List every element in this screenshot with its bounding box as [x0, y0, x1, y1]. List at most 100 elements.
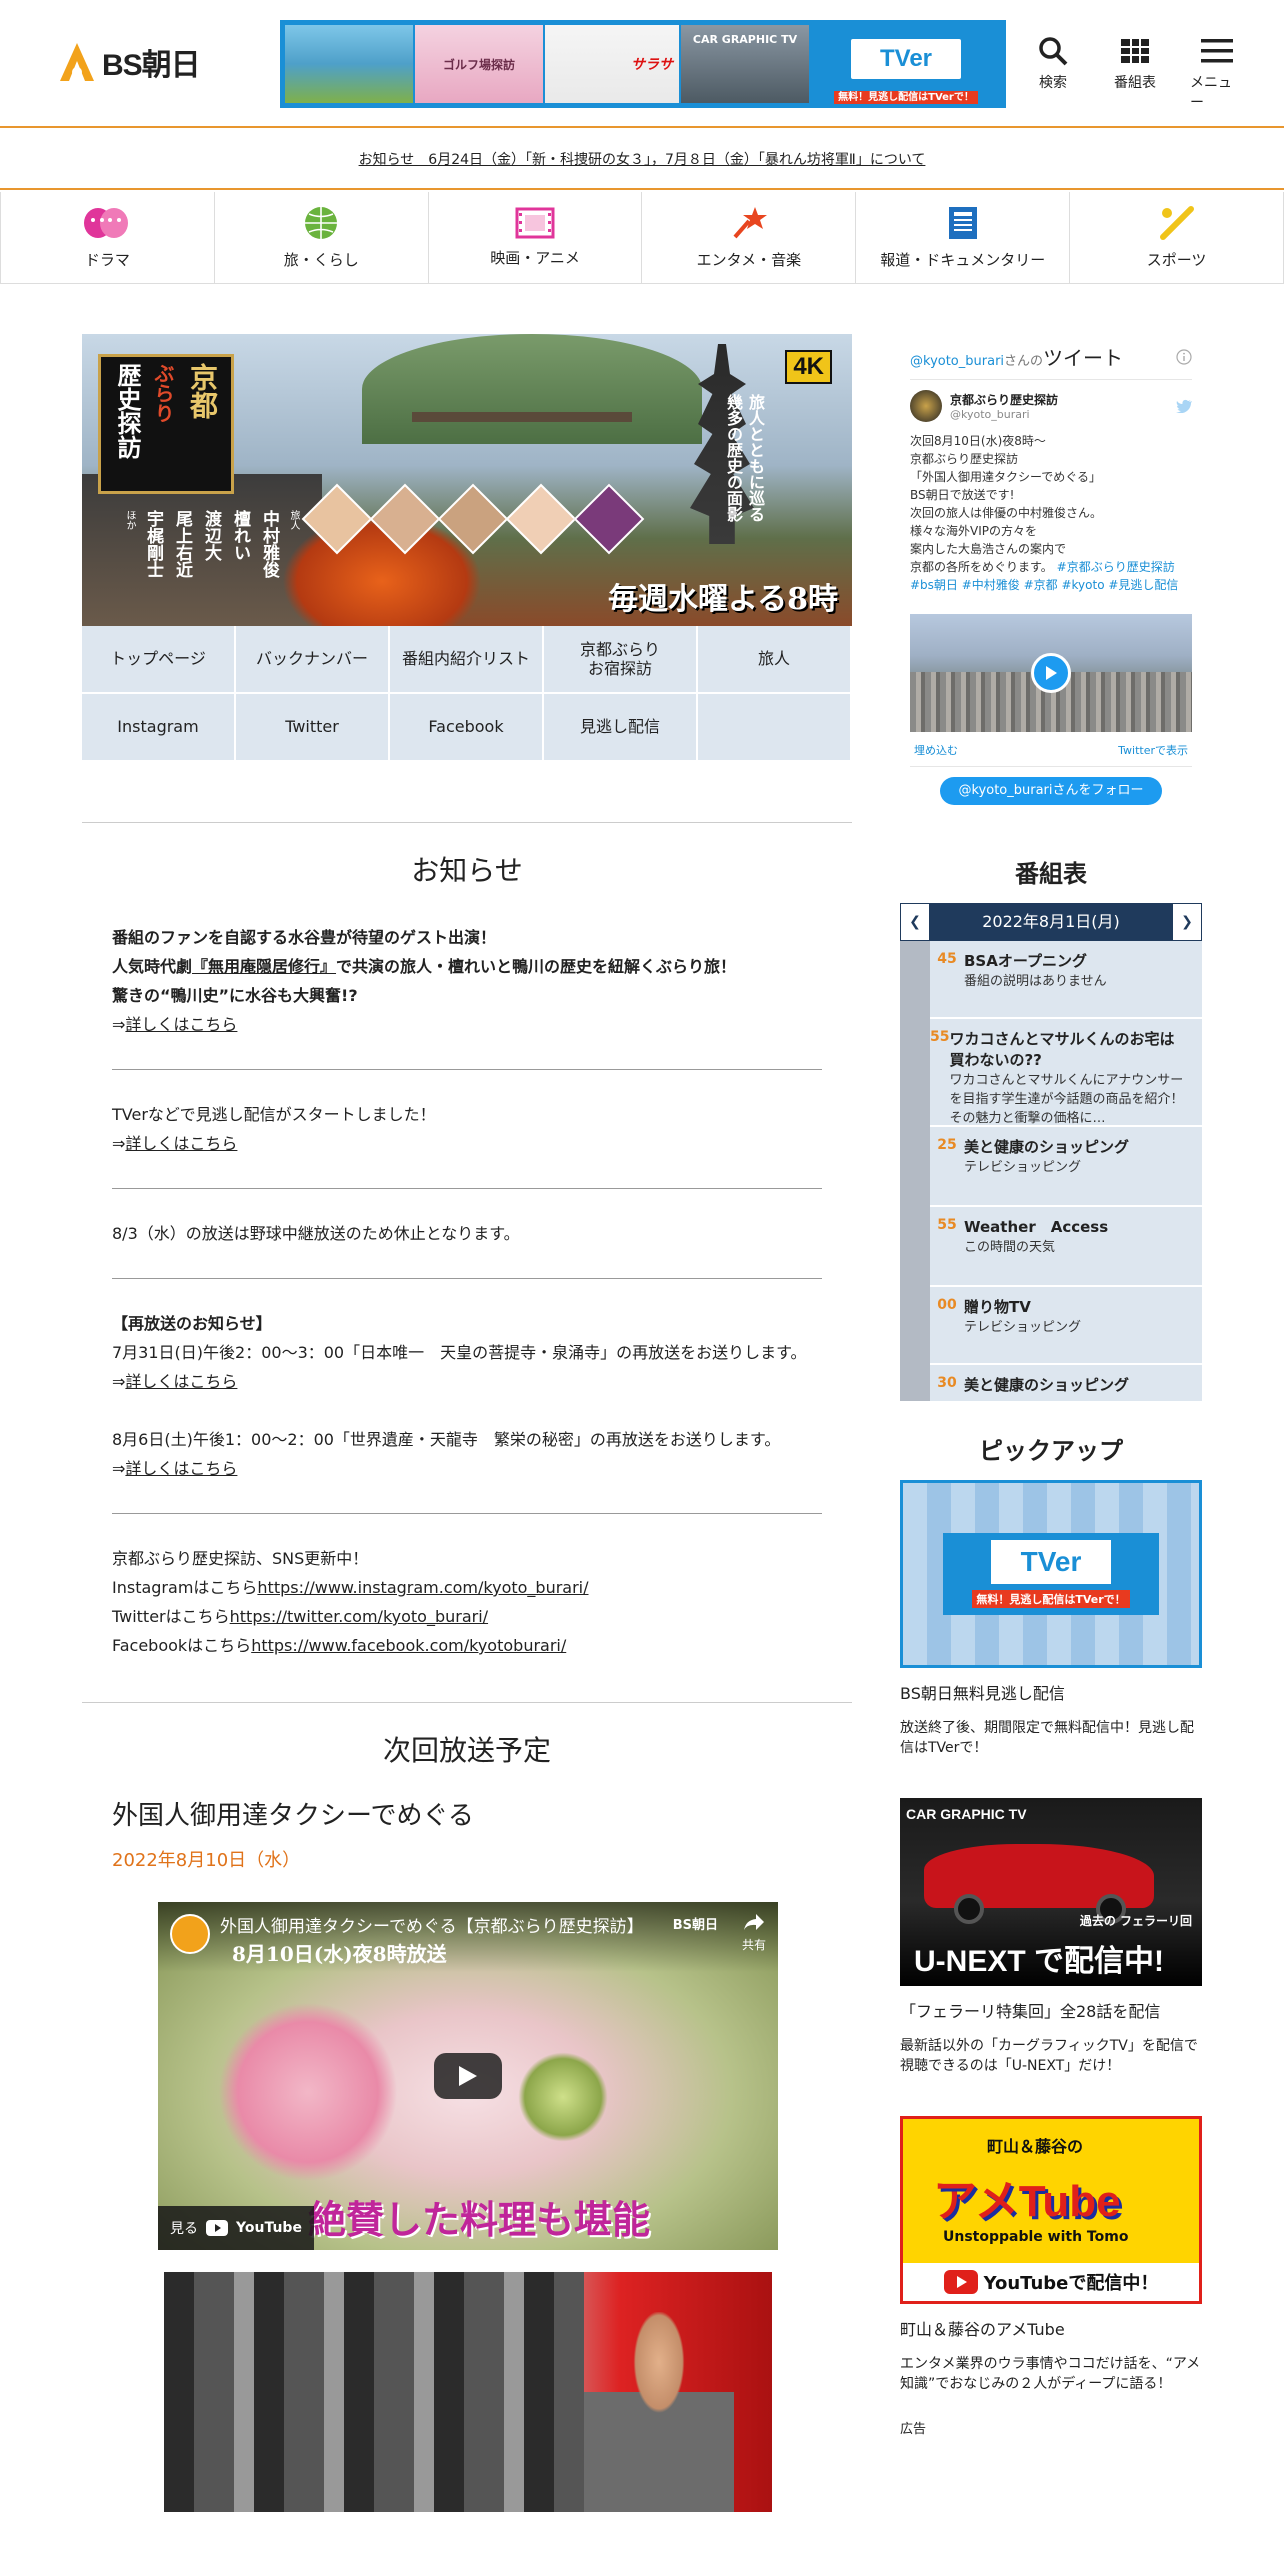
schedule-minute: 55 — [930, 1029, 950, 1045]
next-broadcast-title: 次回放送予定 — [382, 1734, 551, 1767]
embed-link[interactable]: 埋め込む — [914, 742, 958, 758]
subnav-travelers[interactable]: 旅人 — [698, 626, 852, 694]
more-link[interactable]: 詳しくはこちら — [125, 1015, 237, 1034]
tweet-hashtags[interactable]: #bs朝日 #中村雅俊 #京都 #kyoto #見逃し配信 — [910, 576, 1192, 594]
tweet-hashtags[interactable]: #京都ぶらり歴史探訪 — [1057, 560, 1175, 574]
twitter-link[interactable]: https://twitter.com/kyoto_burari/ — [230, 1607, 488, 1626]
schedule-next-button[interactable]: ❯ — [1172, 903, 1202, 941]
genre-nav: ドラマ 旅・くらし 映画・アニメ エンタメ・音楽 報道・ドキュメンタリー スポー… — [0, 192, 1284, 284]
pickup-image-ametube: 町山＆藤谷の アメTube Unstoppable with Tomo YouT… — [900, 2116, 1202, 2304]
info-icon[interactable] — [1176, 348, 1192, 365]
program-guide-button[interactable]: 番組表 — [1108, 36, 1162, 112]
hero-cast-name: 尾上右近 — [172, 510, 192, 578]
photo-host-portrait — [584, 2312, 734, 2512]
schedule-item[interactable]: 55 ワカコさんとマサルくんのお宅は買わないの?? ワカコさんとマサルくんにアナウ… — [930, 1019, 1202, 1127]
tweet-video-thumb[interactable] — [910, 614, 1192, 732]
subnav-intro-list[interactable]: 番組内紹介リスト — [390, 626, 544, 694]
hero-title-box: 京都 ぶらり 歴史探訪 — [98, 354, 234, 494]
subnav-inn[interactable]: 京都ぶらり お宿探訪 — [544, 626, 698, 694]
logo-text: BS朝日 — [102, 49, 201, 82]
share-icon — [743, 1914, 764, 1930]
notice-heading: 【再放送のお知らせ】 — [112, 1314, 272, 1333]
episode-date: 2022年8月10日（水） — [112, 1850, 301, 1871]
tweet-line: 様々な海外VIPの方々を — [910, 524, 1037, 538]
schedule-item[interactable]: 45 BSAオープニング 番組の説明はありません — [930, 941, 1202, 1019]
more-link[interactable]: 詳しくはこちら — [125, 1372, 237, 1391]
arrow: ⇒ — [112, 1459, 126, 1478]
pickup-item[interactable]: CAR GRAPHIC TV 過去の フェラーリ回 U-NEXT で配信中! 「… — [900, 1798, 1202, 2076]
subnav-facebook[interactable]: Facebook — [390, 694, 544, 762]
tver-banner[interactable]: ゴルフ場探訪 サラサ CAR GRAPHIC TV TVer 無料！見逃し配信は… — [280, 20, 1006, 108]
notice-text: 人気時代劇 — [112, 957, 193, 976]
notice-text: 京都ぶらり歴史探訪、SNS更新中！ — [112, 1549, 369, 1568]
share-button[interactable]: 共有 — [742, 1912, 766, 1953]
pickup-unext-text: U-NEXT で配信中! — [914, 1945, 1164, 1978]
pickup-ame-sub: YouTubeで配信中！ — [983, 2273, 1159, 2294]
pickup-item[interactable]: TVer 無料！見逃し配信はTVerで！ BS朝日無料見逃し配信 放送終了後、期… — [900, 1480, 1202, 1758]
video-play-button[interactable] — [1031, 653, 1071, 693]
pickup-item[interactable]: 町山＆藤谷の アメTube Unstoppable with Tomo YouT… — [900, 2116, 1202, 2394]
more-link[interactable]: 詳しくはこちら — [125, 1134, 237, 1153]
schedule-item[interactable]: 55 Weather Access この時間の天気 — [930, 1207, 1202, 1287]
schedule-minute: 30 — [937, 1375, 957, 1391]
hero-title-2: ぶらり — [151, 363, 175, 423]
notice-text: 驚きの“鴨川史”に水谷も大興奮!? — [112, 986, 358, 1005]
youtube-video-player[interactable]: 外国人御用達タクシーでめぐる【京都ぶらり歴史探訪】 8月10日(水)夜8時放送 … — [158, 1902, 778, 2250]
genre-sports[interactable]: スポーツ — [1070, 192, 1284, 283]
genre-label: 報道・ドキュメンタリー — [880, 251, 1046, 269]
subnav-top[interactable]: トップページ — [82, 626, 236, 694]
more-link[interactable]: 詳しくはこちら — [125, 1459, 237, 1478]
genre-entertainment[interactable]: エンタメ・音楽 — [642, 192, 857, 283]
tweet-author[interactable]: 京都ぶらり歴史探訪 @kyoto_burari — [900, 380, 1202, 422]
schedule-item[interactable]: 25 美と健康のショッピング テレビショッピング — [930, 1127, 1202, 1207]
twitter-handle[interactable]: @kyoto_burari — [910, 354, 1004, 369]
program-hero-image: 京都 ぶらり 歴史探訪 旅人 中村雅俊 檀れい 渡辺大 尾上右近 宇梶剛士 ほか… — [82, 334, 852, 626]
subnav-instagram[interactable]: Instagram — [82, 694, 236, 762]
facebook-link[interactable]: https://www.facebook.com/kyotoburari/ — [251, 1636, 566, 1655]
main-content: 京都 ぶらり 歴史探訪 旅人 中村雅俊 檀れい 渡辺大 尾上右近 宇梶剛士 ほか… — [82, 334, 852, 2512]
notice-link[interactable]: 『無用庵隠居修行』 — [192, 957, 336, 976]
play-button[interactable] — [434, 2053, 502, 2099]
hero-mountains — [362, 334, 702, 444]
schedule-prev-button[interactable]: ❮ — [900, 903, 930, 941]
search-button[interactable]: 検索 — [1026, 36, 1080, 112]
play-icon — [1046, 666, 1057, 680]
drama-icon — [84, 208, 129, 238]
schedule-item[interactable]: 30 美と健康のショッピング — [930, 1365, 1202, 1401]
genre-drama[interactable]: ドラマ — [0, 192, 215, 283]
tver-logo-text: TVer — [879, 45, 933, 72]
follow-button[interactable]: @kyoto_burariさんをフォロー — [940, 777, 1162, 805]
pickup-title-text: 町山＆藤谷のアメTube — [900, 2320, 1065, 2339]
watch-on-youtube-button[interactable]: 見る YouTube — [158, 2206, 314, 2250]
schedule-list: 45 BSAオープニング 番組の説明はありません 55 ワカコさんとマサルくんのお… — [900, 941, 1202, 1401]
schedule-date: 2022年8月1日(月) — [982, 912, 1120, 931]
genre-movie[interactable]: 映画・アニメ — [429, 192, 643, 283]
divider — [82, 822, 852, 823]
hero-cast-name: 中村雅俊 — [259, 510, 279, 578]
arrow: ⇒ — [112, 1134, 126, 1153]
subnav-catchup[interactable]: 見逃し配信 — [544, 694, 698, 762]
pickup-desc-text: 最新話以外の「カーグラフィックTV」を配信で視聴できるのは「U-NEXT」だけ！ — [900, 2038, 1198, 2074]
subnav-twitter[interactable]: Twitter — [236, 694, 390, 762]
top-notice-link[interactable]: お知らせ 6月24日（金）「新・科捜研の女３」，7月８日（金）「暴れん坊将軍Ⅱ」… — [359, 149, 926, 169]
instagram-link[interactable]: https://www.instagram.com/kyoto_burari/ — [257, 1578, 588, 1597]
schedule-item[interactable]: 00 贈り物TV テレビショッピング — [930, 1287, 1202, 1365]
video-caption: 絶賛した料理も堪能 — [308, 2197, 651, 2242]
genre-travel[interactable]: 旅・くらし — [215, 192, 429, 283]
twitter-header: @kyoto_burariさんのツイート — [900, 334, 1202, 379]
banner-thumb-golf-tanbou: ゴルフ場探訪 — [415, 25, 543, 103]
tweet-line: 次回の旅人は俳優の中村雅俊さん。 — [910, 506, 1103, 520]
bs-asahi-logo[interactable]: BS朝日 — [58, 40, 201, 84]
hero-cast-name: 渡辺大 — [201, 510, 221, 561]
youtube-logo-icon — [206, 2220, 228, 2236]
video-channel: BS朝日 — [672, 1918, 718, 1933]
globe-icon — [305, 207, 338, 239]
schedule-desc: 番組の説明はありません — [964, 974, 1107, 989]
schedule-minute: 25 — [937, 1137, 957, 1153]
view-on-twitter-link[interactable]: Twitterで表示 — [1118, 742, 1188, 758]
subnav-backnumber[interactable]: バックナンバー — [236, 626, 390, 694]
tweet-line: 京都ぶらり歴史探訪 — [910, 452, 1019, 466]
genre-news[interactable]: 報道・ドキュメンタリー — [856, 192, 1071, 283]
banner-thumb-label: サラサ — [631, 57, 673, 73]
menu-button[interactable]: メニュー — [1190, 36, 1244, 112]
